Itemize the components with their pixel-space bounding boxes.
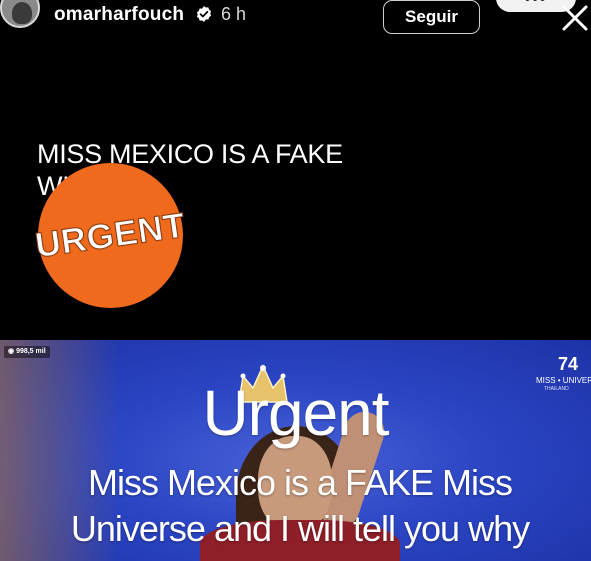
post-time: 6 h <box>221 4 247 24</box>
urgent-badge-label: URGENT <box>33 205 189 266</box>
close-icon[interactable] <box>561 4 589 32</box>
eye-icon: ◉ <box>8 348 17 355</box>
views-label: 998,5 mil <box>16 348 46 355</box>
urgent-badge: URGENT <box>33 163 188 308</box>
more-options-icon: ••• <box>525 0 548 8</box>
video-title: Urgent <box>202 377 389 449</box>
profile-avatar[interactable] <box>0 0 40 28</box>
username-link[interactable]: omarharfouch <box>54 4 184 26</box>
verified-badge-icon <box>196 6 212 22</box>
event-logo-mark: 74 <box>558 354 579 374</box>
video-frame[interactable]: ◉ 998,5 mil 74 MISS • UNIVERSE THAILAND … <box>0 340 591 561</box>
follow-button[interactable]: Seguir <box>383 0 480 34</box>
video-subtitle: Miss Mexico is a FAKE Miss Universe and … <box>70 462 530 549</box>
story-header: omarharfouch 6 h Seguir ••• <box>0 0 591 36</box>
views-count: ◉ 998,5 mil <box>4 346 50 358</box>
